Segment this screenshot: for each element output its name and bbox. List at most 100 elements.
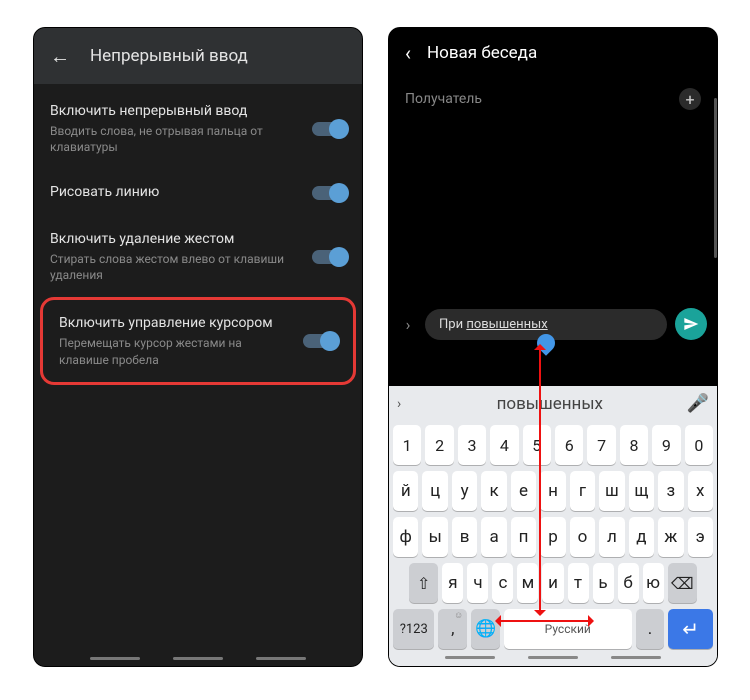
period-key[interactable]: . (636, 609, 665, 649)
highlight-box: Включить управление курсором Перемещать … (40, 297, 356, 384)
nav-back[interactable] (445, 656, 495, 659)
enter-key[interactable]: ↵ (668, 609, 713, 649)
backspace-key[interactable]: ⌫ (668, 563, 697, 603)
key-row-1: йцукенгшщзх (393, 471, 713, 511)
key-е[interactable]: е (511, 471, 536, 511)
key-8[interactable]: 8 (620, 425, 648, 465)
key-х[interactable]: х (688, 471, 713, 511)
key-э[interactable]: э (688, 517, 713, 557)
key-д[interactable]: д (629, 517, 654, 557)
key-ш[interactable]: ш (599, 471, 624, 511)
compose-prefix: При (439, 317, 466, 332)
nav-home[interactable] (528, 656, 578, 659)
key-ю[interactable]: ю (643, 563, 664, 603)
key-ф[interactable]: ф (393, 517, 418, 557)
chat-area (389, 120, 717, 302)
key-й[interactable]: й (393, 471, 418, 511)
key-т[interactable]: т (568, 563, 589, 603)
setting-subtitle: Стирать слова жестом влево от клавиши уд… (50, 251, 302, 283)
nav-home[interactable] (173, 657, 223, 660)
key-в[interactable]: в (452, 517, 477, 557)
key-4[interactable]: 4 (490, 425, 518, 465)
comma-key[interactable]: ,☺ (438, 609, 467, 649)
setting-gesture-delete[interactable]: Включить удаление жестом Стирать слова ж… (34, 216, 362, 297)
key-р[interactable]: р (540, 517, 565, 557)
chat-header: ‹ Новая беседа (389, 28, 717, 78)
keyboard-rows: 1234567890 йцукенгшщзх фывапролджэ ⇧ ячс… (389, 421, 717, 649)
toggle-switch[interactable] (312, 186, 346, 200)
nav-recent[interactable] (611, 656, 661, 659)
shift-key[interactable]: ⇧ (409, 563, 438, 603)
key-г[interactable]: г (570, 471, 595, 511)
compose-underlined: повышенных (466, 317, 547, 332)
phone-edge (714, 98, 717, 258)
setting-subtitle: Перемещать курсор жестами на клавише про… (59, 335, 293, 367)
key-л[interactable]: л (599, 517, 624, 557)
chat-title: Новая беседа (427, 43, 537, 63)
suggestion-word[interactable]: повышенных (419, 394, 681, 414)
key-м[interactable]: м (517, 563, 538, 603)
key-щ[interactable]: щ (629, 471, 654, 511)
key-9[interactable]: 9 (652, 425, 680, 465)
setting-cursor-control[interactable]: Включить управление курсором Перемещать … (43, 300, 353, 381)
nav-recent[interactable] (256, 657, 306, 660)
keyboard: › повышенных 🎤 1234567890 йцукенгшщзх фы… (389, 386, 717, 666)
suggestion-bar: › повышенных 🎤 (389, 386, 717, 421)
key-row-numbers: 1234567890 (393, 425, 713, 465)
key-ч[interactable]: ч (467, 563, 488, 603)
key-7[interactable]: 7 (587, 425, 615, 465)
key-о[interactable]: о (570, 517, 595, 557)
compose-bar: › При повышенных (389, 302, 717, 350)
chat-phone: ‹ Новая беседа Получатель + › При повыше… (388, 27, 718, 667)
key-ж[interactable]: ж (658, 517, 683, 557)
toggle-switch[interactable] (312, 250, 346, 264)
key-к[interactable]: к (481, 471, 506, 511)
key-row-2: фывапролджэ (393, 517, 713, 557)
mic-icon[interactable]: 🎤 (687, 393, 709, 414)
setting-title: Включить удаление жестом (50, 230, 302, 249)
key-ь[interactable]: ь (593, 563, 614, 603)
symbols-key[interactable]: ?123 (393, 609, 434, 649)
setting-title: Включить непрерывный ввод (50, 102, 302, 121)
key-2[interactable]: 2 (425, 425, 453, 465)
setting-draw-line[interactable]: Рисовать линию (34, 169, 362, 216)
settings-header: ← Непрерывный ввод (34, 28, 362, 84)
expand-chevron-icon[interactable]: › (399, 315, 417, 334)
key-row-bottom: ?123 ,☺ 🌐 Русский . ↵ (393, 609, 713, 649)
recipient-row[interactable]: Получатель + (389, 78, 717, 120)
settings-title: Непрерывный ввод (90, 46, 248, 66)
suggestion-chevron-icon[interactable]: › (397, 396, 413, 412)
add-recipient-icon[interactable]: + (679, 88, 701, 110)
key-ы[interactable]: ы (422, 517, 447, 557)
send-button[interactable] (675, 308, 707, 340)
key-6[interactable]: 6 (555, 425, 583, 465)
annotation-arrow-horizontal (497, 620, 592, 622)
back-chevron-icon[interactable]: ‹ (405, 41, 411, 65)
toggle-switch[interactable] (312, 122, 346, 136)
key-0[interactable]: 0 (685, 425, 713, 465)
key-5[interactable]: 5 (523, 425, 551, 465)
key-н[interactable]: н (540, 471, 565, 511)
nav-back[interactable] (90, 657, 140, 660)
android-navbar (34, 657, 362, 660)
key-с[interactable]: с (492, 563, 513, 603)
setting-glide-typing[interactable]: Включить непрерывный ввод Вводить слова,… (34, 88, 362, 169)
back-arrow-icon[interactable]: ← (50, 44, 70, 69)
key-п[interactable]: п (511, 517, 536, 557)
key-я[interactable]: я (442, 563, 463, 603)
spacebar-key[interactable]: Русский (504, 609, 632, 649)
key-а[interactable]: а (481, 517, 506, 557)
key-ц[interactable]: ц (422, 471, 447, 511)
key-1[interactable]: 1 (393, 425, 421, 465)
setting-subtitle: Вводить слова, не отрывая пальца от клав… (50, 123, 302, 155)
key-3[interactable]: 3 (458, 425, 486, 465)
settings-body: Включить непрерывный ввод Вводить слова,… (34, 84, 362, 666)
android-navbar (389, 649, 717, 666)
settings-phone: ← Непрерывный ввод Включить непрерывный … (33, 27, 363, 667)
send-icon (683, 316, 699, 332)
key-и[interactable]: и (542, 563, 563, 603)
toggle-switch[interactable] (303, 334, 337, 348)
key-б[interactable]: б (618, 563, 639, 603)
key-з[interactable]: з (658, 471, 683, 511)
key-у[interactable]: у (452, 471, 477, 511)
